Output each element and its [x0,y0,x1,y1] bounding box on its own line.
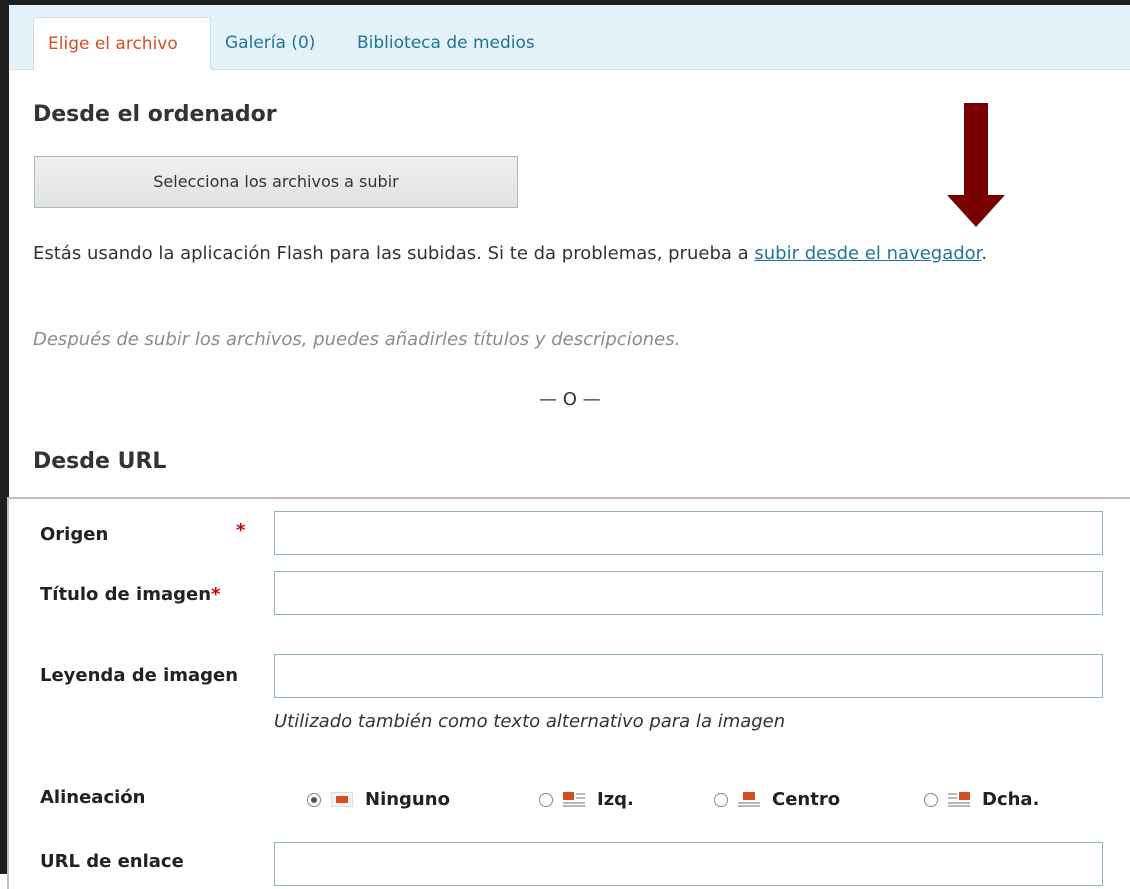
image-title-label: Título de imagen* [40,583,220,606]
align-center-radio[interactable] [714,792,728,807]
align-none-icon [331,792,353,807]
align-option-none[interactable]: Ninguno [307,789,450,810]
tab-media-library[interactable]: Biblioteca de medios [357,33,535,53]
from-url-heading: Desde URL [33,449,167,474]
image-title-input[interactable] [274,571,1103,615]
align-option-right[interactable]: Dcha. [924,789,1039,810]
align-center-icon [738,792,760,807]
align-right-radio[interactable] [924,792,938,807]
align-left-icon [563,792,585,807]
origin-label: Origen [40,523,108,546]
align-left-label: Izq. [597,789,634,810]
align-none-label: Ninguno [365,789,450,810]
align-none-radio[interactable] [307,792,321,807]
link-url-input[interactable] [274,842,1103,886]
media-upload-panel: Elige el archivo Galería (0) Biblioteca … [7,5,1130,889]
link-url-label: URL de enlace [40,851,184,872]
image-caption-input[interactable] [274,654,1103,698]
from-computer-heading: Desde el ordenador [33,102,277,127]
align-center-label: Centro [772,789,841,810]
upload-hint: Después de subir los archivos, puedes añ… [33,329,681,350]
image-title-label-text: Título de imagen [40,584,212,605]
image-caption-help: Utilizado también como texto alternativo… [274,711,786,732]
tab-gallery[interactable]: Galería (0) [225,33,315,53]
image-caption-label: Leyenda de imagen [40,665,239,686]
flash-notice: Estás usando la aplicación Flash para la… [33,238,1093,270]
annotation-arrow-head [947,195,1005,227]
origin-input[interactable] [274,511,1103,555]
browser-uploader-link[interactable]: subir desde el navegador [754,243,981,264]
or-separator: — O — [539,389,601,410]
select-files-button[interactable]: Selecciona los archivos a subir [34,156,518,208]
align-option-left[interactable]: Izq. [539,789,634,810]
align-left-radio[interactable] [539,792,553,807]
annotation-arrow-shaft [964,103,988,197]
origin-required-mark: * [236,520,246,541]
align-option-center[interactable]: Centro [714,789,840,810]
flash-notice-end: . [981,243,988,264]
origin-label-text: Origen [40,524,109,545]
alignment-label: Alineación [40,787,146,808]
tab-bar: Elige el archivo Galería (0) Biblioteca … [9,5,1130,70]
tab-choose-file[interactable]: Elige el archivo [33,17,211,70]
image-title-required-mark: * [211,584,221,605]
align-right-label: Dcha. [982,789,1040,810]
align-right-icon [948,792,970,807]
tab-choose-file-label: Elige el archivo [48,34,178,54]
flash-notice-text: Estás usando la aplicación Flash para la… [33,243,755,264]
